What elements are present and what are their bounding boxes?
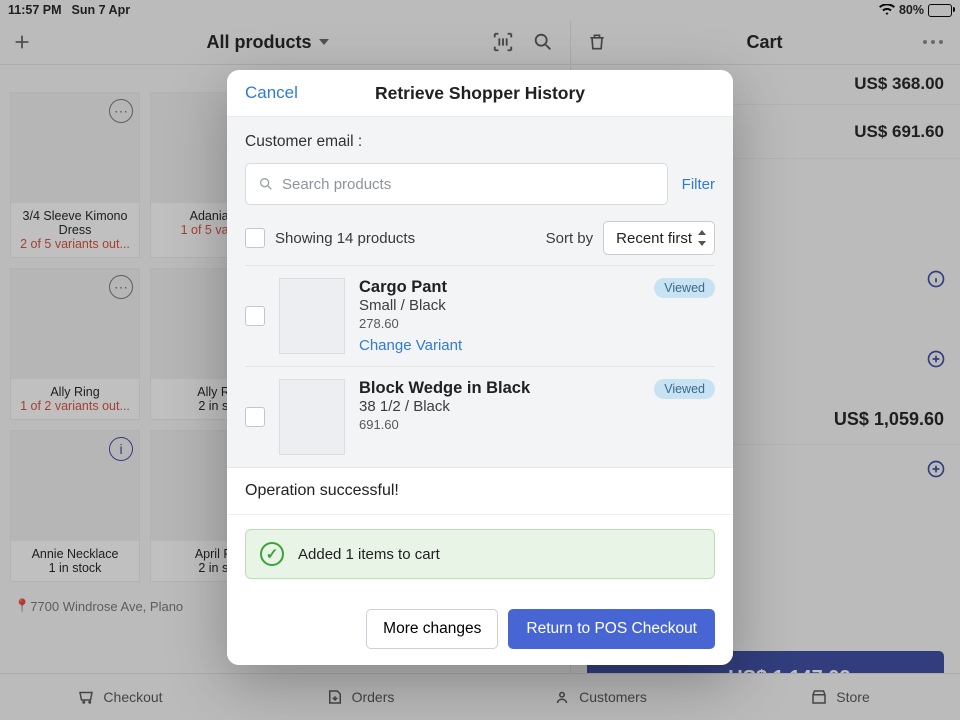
search-placeholder: Search products xyxy=(282,176,391,193)
modal-title: Retrieve Shopper History xyxy=(227,83,733,104)
history-item: Block Wedge in Black 38 1/2 / Black 691.… xyxy=(245,366,715,467)
cancel-button[interactable]: Cancel xyxy=(227,83,298,103)
sort-label: Sort by xyxy=(546,230,594,247)
item-variant: 38 1/2 / Black xyxy=(359,398,640,415)
item-variant: Small / Black xyxy=(359,297,640,314)
change-variant-link[interactable]: Change Variant xyxy=(359,337,640,354)
item-title: Cargo Pant xyxy=(359,278,640,297)
success-alert: ✓ Added 1 items to cart xyxy=(245,529,715,579)
item-price: 278.60 xyxy=(359,316,640,331)
viewed-badge: Viewed xyxy=(654,278,715,298)
search-icon xyxy=(258,176,274,192)
retrieve-history-modal: Cancel Retrieve Shopper History Customer… xyxy=(227,70,733,665)
showing-count: Showing 14 products xyxy=(275,230,415,247)
alert-text: Added 1 items to cart xyxy=(298,546,440,563)
sort-select[interactable]: Recent first xyxy=(603,221,715,255)
more-changes-button[interactable]: More changes xyxy=(366,609,498,649)
item-price: 691.60 xyxy=(359,417,640,432)
check-icon: ✓ xyxy=(260,542,284,566)
select-all-checkbox[interactable] xyxy=(245,228,265,248)
customer-email-label: Customer email : xyxy=(245,117,715,163)
item-title: Block Wedge in Black xyxy=(359,379,640,398)
item-checkbox[interactable] xyxy=(245,407,265,427)
product-thumb xyxy=(279,278,345,354)
search-input[interactable]: Search products xyxy=(245,163,668,205)
return-checkout-button[interactable]: Return to POS Checkout xyxy=(508,609,715,649)
operation-status: Operation successful! xyxy=(227,468,733,514)
filter-link[interactable]: Filter xyxy=(682,176,715,193)
history-item: Cargo Pant Small / Black 278.60 Change V… xyxy=(245,265,715,366)
item-checkbox[interactable] xyxy=(245,306,265,326)
product-thumb xyxy=(279,379,345,455)
viewed-badge: Viewed xyxy=(654,379,715,399)
